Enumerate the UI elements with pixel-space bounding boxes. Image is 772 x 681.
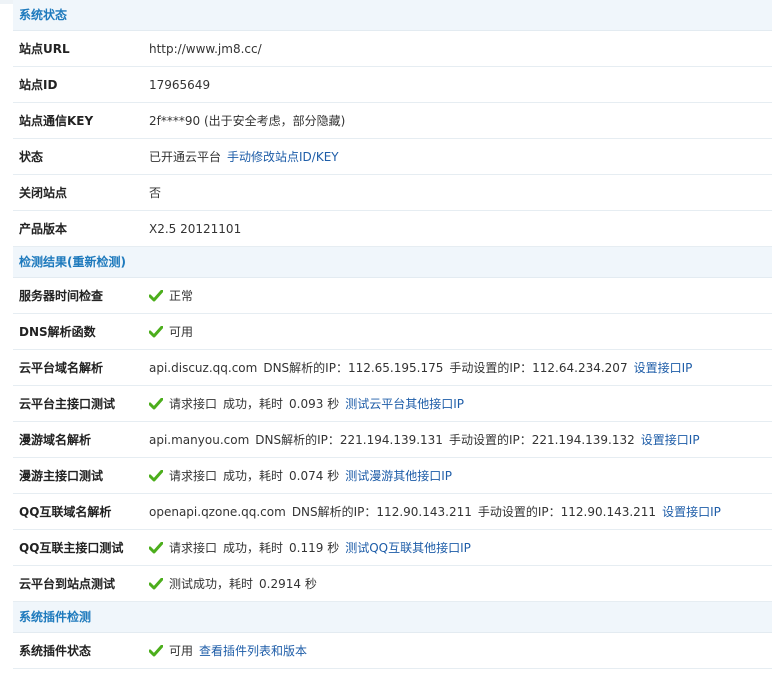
request-text: 请求接口 xyxy=(169,469,218,483)
row-dns-function: DNS解析函数 可用 xyxy=(13,314,772,350)
section-header-plugins: 系统插件检测 xyxy=(13,602,772,633)
row-manyou-domain-resolve: 漫游域名解析 api.manyou.com DNS解析的IP：221.194.1… xyxy=(13,422,772,458)
set-interface-ip-link[interactable]: 设置接口IP xyxy=(634,359,693,376)
check-icon xyxy=(149,577,163,589)
row-label: 系统插件状态 xyxy=(19,644,92,658)
time-text: 0.074 秒 xyxy=(289,469,340,483)
site-url-value: http://www.jm8.cc/ xyxy=(149,41,262,56)
row-label: 状态 xyxy=(19,150,44,164)
row-manyou-main-interface: 漫游主接口测试 请求接口 成功，耗时 0.074 秒 测试漫游其他接口IP xyxy=(13,458,772,494)
row-label: 站点ID xyxy=(19,78,58,92)
row-label: 站点通信KEY xyxy=(19,114,94,128)
status-value: 已开通云平台 xyxy=(149,150,222,164)
row-label: 站点URL xyxy=(19,42,70,56)
dns-ip-text: DNS解析的IP：221.194.139.131 xyxy=(255,433,443,447)
request-text: 请求接口 xyxy=(169,397,218,411)
status-text: 可用 xyxy=(169,644,194,658)
request-text: 请求接口 xyxy=(169,541,218,555)
product-version-value: X2.5 20121101 xyxy=(149,221,242,236)
edit-site-id-key-link[interactable]: 手动修改站点ID/KEY xyxy=(227,148,339,165)
site-key-value: 2f****90 (出于安全考虑，部分隐藏) xyxy=(149,114,346,128)
check-icon xyxy=(149,397,163,409)
row-label: 服务器时间检查 xyxy=(19,289,104,303)
test-qq-other-ip-link[interactable]: 测试QQ互联其他接口IP xyxy=(345,539,471,556)
section-header-detection[interactable]: 检测结果(重新检测) xyxy=(13,247,772,278)
domain-text: api.manyou.com xyxy=(149,432,250,447)
manual-ip-text: 手动设置的IP：112.90.143.211 xyxy=(477,505,657,519)
result-text: 成功，耗时 xyxy=(223,541,284,555)
cloud-status-panel: 系统状态 站点URL http://www.jm8.cc/ 站点ID 17965… xyxy=(13,0,772,669)
test-cloud-other-ip-link[interactable]: 测试云平台其他接口IP xyxy=(345,395,464,412)
set-interface-ip-link[interactable]: 设置接口IP xyxy=(641,431,700,448)
check-icon xyxy=(149,469,163,481)
row-label: 产品版本 xyxy=(19,222,68,236)
check-icon xyxy=(149,289,163,301)
check-icon xyxy=(149,541,163,553)
row-label: 漫游主接口测试 xyxy=(19,469,104,483)
dns-ip-text: DNS解析的IP：112.65.195.175 xyxy=(263,361,444,375)
row-cloud-domain-resolve: 云平台域名解析 api.discuz.qq.com DNS解析的IP：112.6… xyxy=(13,350,772,386)
row-status: 状态 已开通云平台 手动修改站点ID/KEY xyxy=(13,139,772,175)
domain-text: api.discuz.qq.com xyxy=(149,360,258,375)
result-text: 成功，耗时 xyxy=(223,397,284,411)
view-plugin-list-link[interactable]: 查看插件列表和版本 xyxy=(199,642,307,659)
row-label: 云平台到站点测试 xyxy=(19,577,116,591)
row-server-time: 服务器时间检查 正常 xyxy=(13,278,772,314)
row-cloud-to-site: 云平台到站点测试 测试成功，耗时 0.2914 秒 xyxy=(13,566,772,602)
row-product-version: 产品版本 X2.5 20121101 xyxy=(13,211,772,247)
result-text: 测试成功，耗时 xyxy=(169,577,254,591)
row-qq-domain-resolve: QQ互联域名解析 openapi.qzone.qq.com DNS解析的IP：1… xyxy=(13,494,772,530)
row-close-site: 关闭站点 否 xyxy=(13,175,772,211)
manual-ip-text: 手动设置的IP：221.194.139.132 xyxy=(448,433,635,447)
close-site-value: 否 xyxy=(149,186,162,200)
row-label: 关闭站点 xyxy=(19,186,68,200)
row-label: QQ互联主接口测试 xyxy=(19,541,124,555)
dns-ip-text: DNS解析的IP：112.90.143.211 xyxy=(291,505,472,519)
row-cloud-main-interface: 云平台主接口测试 请求接口 成功，耗时 0.093 秒 测试云平台其他接口IP xyxy=(13,386,772,422)
time-text: 0.119 秒 xyxy=(289,541,340,555)
time-text: 0.2914 秒 xyxy=(259,577,317,591)
row-site-url: 站点URL http://www.jm8.cc/ xyxy=(13,31,772,67)
row-label: 云平台主接口测试 xyxy=(19,397,116,411)
site-id-value: 17965649 xyxy=(149,77,211,92)
section-header-system-status: 系统状态 xyxy=(13,0,772,31)
row-site-key: 站点通信KEY 2f****90 (出于安全考虑，部分隐藏) xyxy=(13,103,772,139)
manual-ip-text: 手动设置的IP：112.64.234.207 xyxy=(449,361,628,375)
row-label: 云平台域名解析 xyxy=(19,361,104,375)
row-plugin-status: 系统插件状态 可用 查看插件列表和版本 xyxy=(13,633,772,669)
test-manyou-other-ip-link[interactable]: 测试漫游其他接口IP xyxy=(345,467,452,484)
domain-text: openapi.qzone.qq.com xyxy=(149,504,286,519)
row-label: QQ互联域名解析 xyxy=(19,505,112,519)
status-text: 可用 xyxy=(169,325,194,339)
row-qq-main-interface: QQ互联主接口测试 请求接口 成功，耗时 0.119 秒 测试QQ互联其他接口I… xyxy=(13,530,772,566)
status-text: 正常 xyxy=(169,289,194,303)
row-site-id: 站点ID 17965649 xyxy=(13,67,772,103)
set-interface-ip-link[interactable]: 设置接口IP xyxy=(662,503,721,520)
result-text: 成功，耗时 xyxy=(223,469,284,483)
time-text: 0.093 秒 xyxy=(289,397,340,411)
check-icon xyxy=(149,325,163,337)
row-label: 漫游域名解析 xyxy=(19,433,92,447)
row-label: DNS解析函数 xyxy=(19,325,96,339)
check-icon xyxy=(149,644,163,656)
